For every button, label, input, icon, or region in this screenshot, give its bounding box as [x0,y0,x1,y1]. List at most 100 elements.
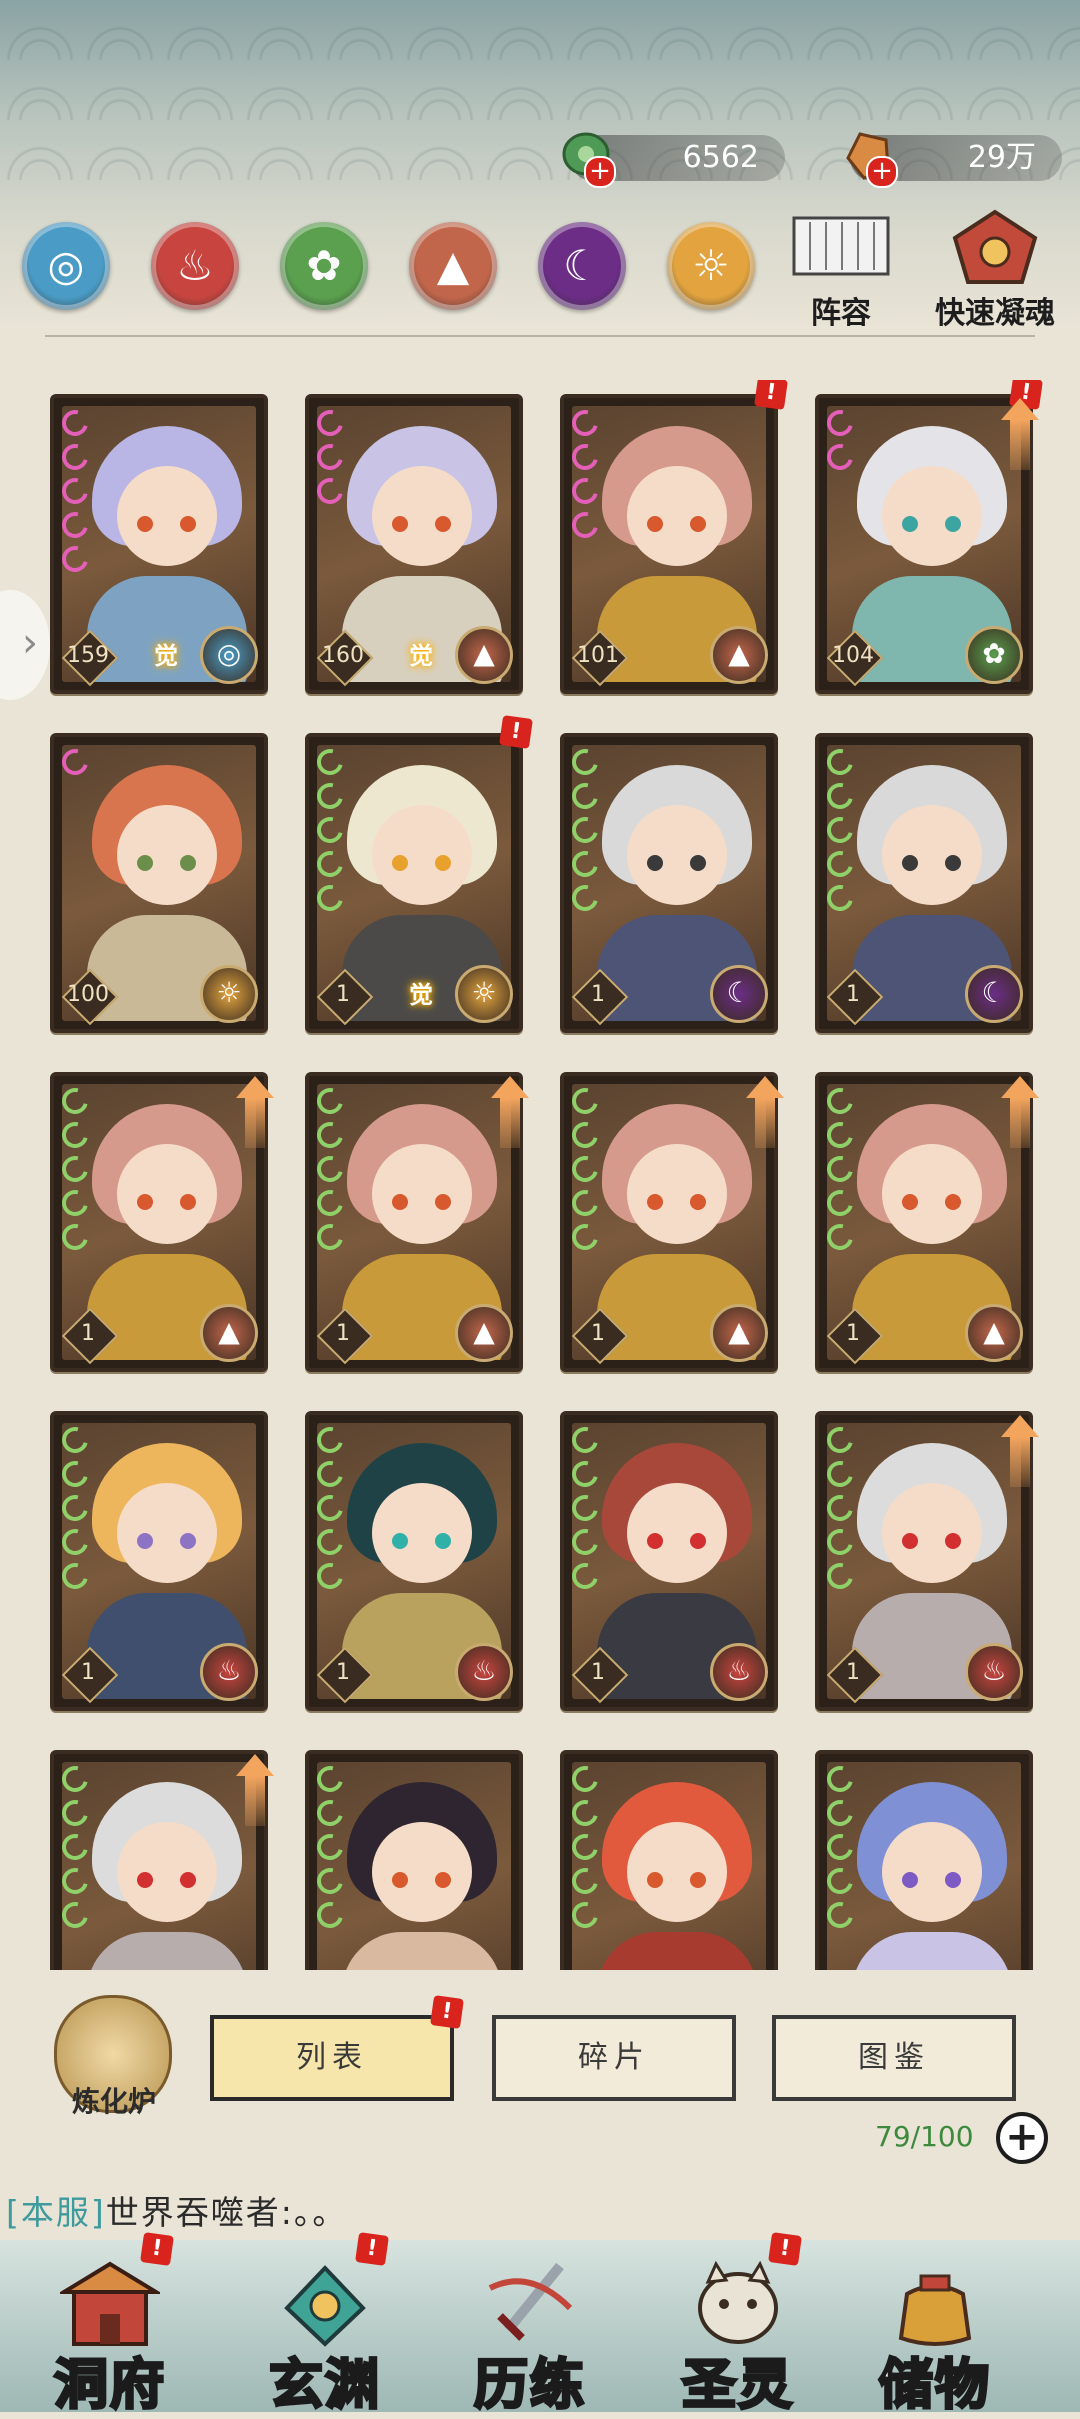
furnace-button[interactable]: 炼化炉 [44,1995,184,2125]
level-value: 1 [336,1321,350,1346]
level-badge: 1 [570,1306,629,1365]
level-badge: 104 [825,628,884,687]
character-card[interactable]: 101 ▲ [560,394,778,694]
pip-icon [822,846,858,882]
pip-icon [567,846,603,882]
upgrade-arrow-icon [1001,1415,1039,1495]
pip-icon [822,1219,858,1255]
light-element-icon: ☼ [200,965,258,1023]
quick-condense-button[interactable]: 快速凝魂 [920,208,1070,332]
lineup-button[interactable]: 阵容 [776,208,906,332]
earth-element-icon: ▲ [455,1304,513,1362]
gold-add-icon[interactable]: + [866,156,898,188]
pip-icon [57,1558,93,1594]
pip-icon [57,541,93,577]
level-value: 1 [846,1321,860,1346]
earth-element-icon: ▲ [965,1304,1023,1362]
ore-icon[interactable]: + [840,128,898,188]
pip-icon [57,1795,93,1831]
nav-label: 历练 [473,2352,586,2418]
level-value: 159 [67,643,109,668]
nav-item-1[interactable]: 洞府! [20,2232,200,2418]
chat-line[interactable]: [本服]世界吞噬者:。。 [6,2186,347,2234]
alert-icon: ! [768,2232,802,2266]
pip-icon [57,1863,93,1899]
earth-element-icon: ▲ [455,626,513,684]
level-badge: 1 [825,967,884,1026]
pip-icon [822,1117,858,1153]
jade-icon[interactable]: + [560,128,616,188]
character-card[interactable] [815,1750,1033,1970]
pip-icon [57,1490,93,1526]
pip-icon [822,812,858,848]
character-card[interactable]: 1 觉 ☼ [305,733,523,1033]
tab-list-alert-icon: ! [430,1995,464,2029]
character-card[interactable]: 160 觉 ▲ [305,394,523,694]
pip-icon [312,473,348,509]
earth-element-icon: ▲ [710,626,768,684]
chat-message: 世界吞噬者:。。 [105,2193,348,2232]
pip-icon [567,1456,603,1492]
pip-icon [822,1897,858,1933]
element-filter-water[interactable]: ◎ [22,222,110,310]
nav-item-2[interactable]: 玄渊! [235,2232,415,2418]
fire-element-icon: ♨ [200,1643,258,1701]
star-pips [57,1083,93,1258]
pip-icon [567,1117,603,1153]
star-pips [822,744,858,919]
level-value: 1 [591,1321,605,1346]
tab-gallery[interactable]: 图鉴 [772,2015,1016,2101]
water-element-icon: ◎ [47,241,85,290]
jade-add-icon[interactable]: + [584,156,616,188]
character-card[interactable]: 1 ♨ [560,1411,778,1711]
character-card[interactable]: 100 ☼ [50,733,268,1033]
tab-fragments[interactable]: 碎片 [492,2015,736,2101]
wood-element-icon: ✿ [965,626,1023,684]
pip-icon [312,1219,348,1255]
sword-icon [480,2258,580,2348]
pip-icon [57,744,93,780]
character-grid: 159 觉 ◎ 160 觉 ▲ 101 ▲! 104 ✿! 100 ☼ 1 觉 ☼! 1 ☾ 1 ☾ 1 ▲ 1 ▲ 1 ▲ 1 ▲… [0,380,1080,1970]
abyss-icon [275,2258,375,2348]
character-portrait [827,1762,1021,1970]
element-filter-earth[interactable]: ▲ [409,222,497,310]
earth-element-icon: ▲ [200,1304,258,1362]
pip-icon [312,1083,348,1119]
nav-item-3[interactable]: 历练 [440,2248,620,2418]
pip-icon [567,1863,603,1899]
pip-icon [312,1490,348,1526]
character-card[interactable]: 1 ♨ [50,1411,268,1711]
star-pips [567,1761,603,1936]
character-card[interactable] [560,1750,778,1970]
level-value: 1 [846,1660,860,1685]
pip-icon [567,1558,603,1594]
pip-icon [822,1558,858,1594]
pip-icon [312,1897,348,1933]
element-filter-fire[interactable]: ♨ [151,222,239,310]
pip-icon [57,1117,93,1153]
star-pips [312,1083,348,1258]
pip-icon [312,1795,348,1831]
tab-list[interactable]: 列表 [210,2015,454,2101]
pip-icon [567,405,603,441]
pip-icon [822,1083,858,1119]
pip-icon [312,1863,348,1899]
pip-icon [312,1185,348,1221]
character-card[interactable]: 1 ♨ [305,1411,523,1711]
character-card[interactable]: 1 ☾ [560,733,778,1033]
pip-icon [822,1422,858,1458]
character-card[interactable]: 159 觉 ◎ [50,394,268,694]
upgrade-arrow-icon [1001,1076,1039,1156]
pip-icon [822,439,858,475]
pip-icon [822,880,858,916]
character-card[interactable] [305,1750,523,1970]
pip-icon [57,1422,93,1458]
character-card[interactable]: 1 ☾ [815,733,1033,1033]
nav-item-4[interactable]: 圣灵! [648,2232,828,2418]
star-pips [822,1083,858,1258]
add-capacity-button[interactable]: + [996,2112,1048,2164]
element-filter-wood[interactable]: ✿ [280,222,368,310]
element-filter-dark[interactable]: ☾ [538,222,626,310]
nav-item-5[interactable]: 储物 [845,2248,1025,2418]
element-filter-light[interactable]: ☼ [667,222,755,310]
